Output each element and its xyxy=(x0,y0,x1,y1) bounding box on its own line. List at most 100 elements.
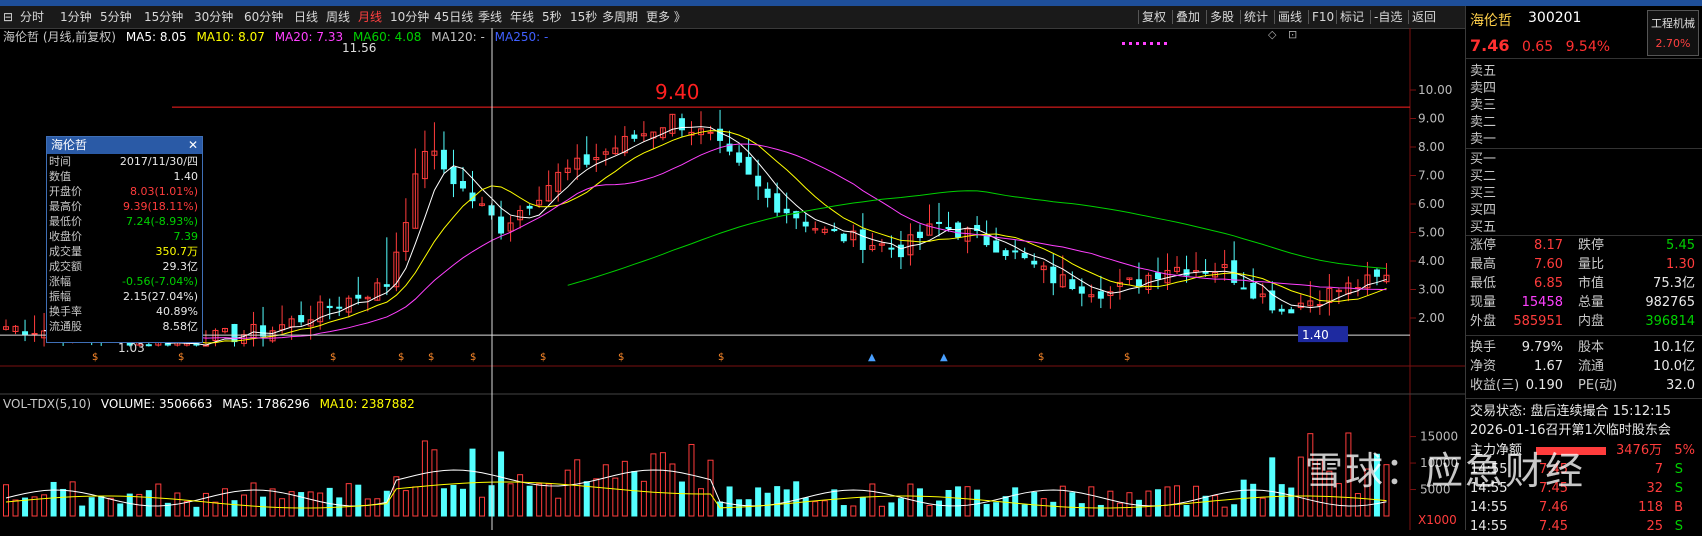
popup-title: 海伦哲 xyxy=(51,138,88,152)
ma120-value: MA120: - xyxy=(431,30,485,44)
period-tab-12[interactable]: 年线 xyxy=(510,6,534,28)
ma20-line xyxy=(186,143,1387,339)
toolbar-right-item-5[interactable]: F10 xyxy=(1312,6,1334,28)
toolbar-menu-icon[interactable]: ⊟ xyxy=(3,6,13,28)
popup-row-value: 1.40 xyxy=(173,170,199,183)
vol-ma10: MA10: 2387882 xyxy=(319,397,415,411)
divider xyxy=(1466,148,1702,149)
volume-bar xyxy=(1278,484,1285,517)
toolbar-right-item-0[interactable]: 复权 xyxy=(1142,6,1166,28)
popup-row: 流通股 8.58亿 xyxy=(47,319,202,334)
vol-legend: VOL-TDX(5,10) VOLUME: 3506663 MA5: 17862… xyxy=(0,395,1465,413)
volume-bar xyxy=(840,505,847,517)
volume-bar xyxy=(459,488,466,517)
close-icon[interactable]: ✕ xyxy=(188,137,198,154)
industry-name: 工程机械 xyxy=(1651,17,1695,30)
volume-bar xyxy=(3,484,9,517)
volume-bar xyxy=(1354,493,1361,517)
toolbar-right-item-7[interactable]: -自选 xyxy=(1374,6,1402,28)
period-tab-13[interactable]: 5秒 xyxy=(542,6,562,28)
volume-bar xyxy=(202,492,209,517)
period-tab-1[interactable]: 1分钟 xyxy=(60,6,92,28)
volume-bar xyxy=(717,501,724,517)
candle-body xyxy=(1250,282,1257,299)
volume-bar xyxy=(602,464,609,517)
crosshair-info-popup[interactable]: 海伦哲 ✕ 时间 2017/11/30/四 数值 1.40 开盘价 8.03(1.01%)… xyxy=(46,136,203,343)
volume-bar xyxy=(193,506,200,517)
candle-body xyxy=(745,156,752,175)
notice-text[interactable]: 2026-01-16召开第1次临时股东会 xyxy=(1470,422,1671,440)
volume-bar xyxy=(126,493,133,517)
volume-bar xyxy=(117,503,124,517)
period-toolbar: ⊟ 分时 1分钟 5分钟 15分钟 30分钟 60分钟 日线 周线 月线 10分钟 45日线 季线 年线 5… xyxy=(0,6,1702,29)
volume-bar xyxy=(555,497,562,517)
toolbar-right-item-4[interactable]: 画线 xyxy=(1278,6,1302,28)
popup-row: 换手率 40.89% xyxy=(47,304,202,319)
ma5-value: MA5: 8.05 xyxy=(125,30,187,44)
divider xyxy=(1466,235,1702,236)
popup-row-value: -0.56(-7.04%) xyxy=(122,275,198,288)
period-tab-2[interactable]: 5分钟 xyxy=(100,6,132,28)
candle-body xyxy=(1154,272,1161,280)
period-tab-8[interactable]: 月线 xyxy=(358,6,382,28)
event-marker-icon: $ xyxy=(92,352,98,363)
period-tab-5[interactable]: 60分钟 xyxy=(244,6,283,28)
period-tab-9[interactable]: 10分钟 xyxy=(390,6,429,28)
period-tab-3[interactable]: 15分钟 xyxy=(144,6,183,28)
volume-bar xyxy=(831,489,838,517)
volume-bar xyxy=(498,451,505,517)
period-tab-6[interactable]: 日线 xyxy=(294,6,318,28)
candle-body xyxy=(1002,250,1009,257)
volume-bar xyxy=(479,496,486,517)
period-tab-11[interactable]: 季线 xyxy=(478,6,502,28)
volume-bar xyxy=(736,499,743,517)
stat-value: 10.0亿 xyxy=(1653,359,1695,374)
event-marker-icon: $ xyxy=(718,352,724,363)
stock-name[interactable]: 海伦哲 xyxy=(1470,10,1512,30)
period-tab-15[interactable]: 多周期 xyxy=(602,6,638,28)
toolbar-right-item-2[interactable]: 多股 xyxy=(1210,6,1234,28)
volume-bar xyxy=(355,484,362,517)
industry-badge[interactable]: 工程机械 2.70% xyxy=(1647,10,1699,56)
stat-value: 1.30 xyxy=(1666,257,1695,272)
volume-bar xyxy=(269,488,276,517)
candle-body xyxy=(897,244,904,258)
candle-body xyxy=(1231,260,1238,283)
volume-bar xyxy=(650,453,657,517)
volume-bar xyxy=(98,495,105,517)
period-tab-10[interactable]: 45日线 xyxy=(434,6,473,28)
period-tab-4[interactable]: 30分钟 xyxy=(194,6,233,28)
toolbar-separator xyxy=(1172,10,1173,24)
popup-row-value: 8.03(1.01%) xyxy=(129,185,198,198)
popup-row-value: 9.39(18.11%) xyxy=(122,200,198,213)
ma5-line xyxy=(44,126,1387,346)
stat-label: 最低 xyxy=(1470,276,1497,291)
popup-row: 涨幅 -0.56(-7.04%) xyxy=(47,274,202,289)
trade-side: S xyxy=(1674,462,1683,477)
period-tab-0[interactable]: 分时 xyxy=(20,6,44,28)
candle-body xyxy=(936,221,943,224)
volume-bar xyxy=(1078,503,1085,517)
event-marker-icon: ▲ xyxy=(940,352,948,363)
period-tab-14[interactable]: 15秒 xyxy=(570,6,597,28)
period-tab-16[interactable]: 更多 》 xyxy=(646,6,686,28)
toolbar-right-item-8[interactable]: 返回 xyxy=(1412,6,1436,28)
trade-price: 7.45 xyxy=(1539,519,1568,534)
candle-body xyxy=(1069,279,1076,290)
volume-bar xyxy=(964,486,971,517)
candle-body xyxy=(298,315,305,323)
event-marker-icon: $ xyxy=(1124,352,1130,363)
stat-value: 15458 xyxy=(1521,295,1563,310)
period-tab-7[interactable]: 周线 xyxy=(326,6,350,28)
toolbar-right-item-3[interactable]: 统计 xyxy=(1244,6,1268,28)
last-price: 7.46 xyxy=(1470,36,1510,55)
price-axis-label: 8.00 xyxy=(1418,140,1445,154)
volume-bar xyxy=(945,489,952,517)
candle-body xyxy=(945,226,952,229)
volume-bar xyxy=(1164,486,1171,517)
toolbar-separator xyxy=(1240,10,1241,24)
toolbar-right-item-6[interactable]: 标记 xyxy=(1340,6,1364,28)
trade-time: 14:55 xyxy=(1470,519,1508,534)
kline-chart[interactable]: 10.009.008.007.006.005.004.003.002.00150… xyxy=(0,28,1465,530)
toolbar-right-item-1[interactable]: 叠加 xyxy=(1176,6,1200,28)
